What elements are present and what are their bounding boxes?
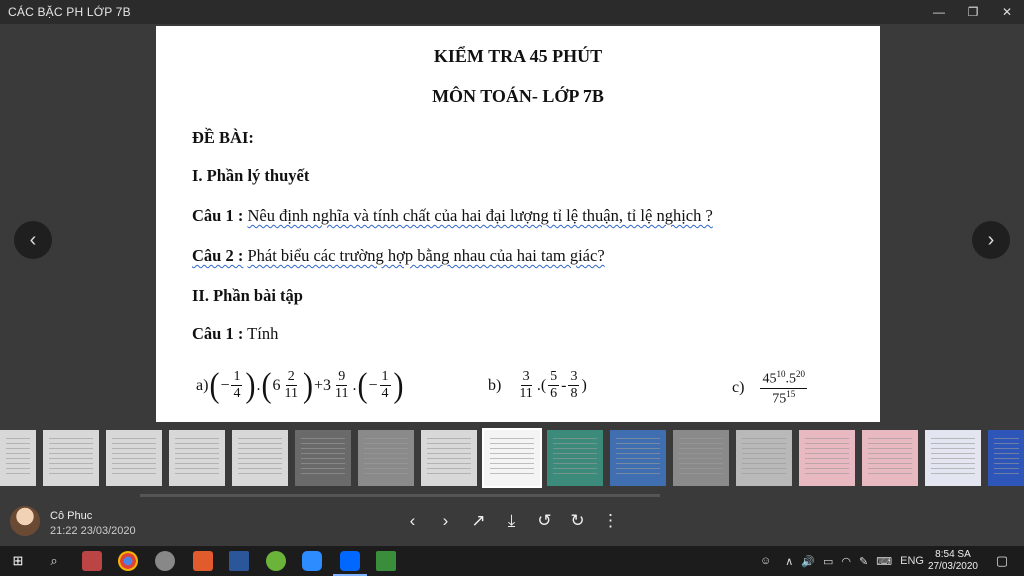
restore-icon[interactable]: ❐ [956, 0, 990, 24]
question-1-text: Nêu định nghĩa và tính chất của hai đại … [247, 206, 713, 225]
viewer-toolbar: ‹ › ↗ ⤓ ↺ ↻ ⋮ [396, 508, 627, 534]
app-icon[interactable] [376, 551, 396, 571]
section-theory: I. Phần lý thuyết [192, 166, 310, 185]
clock-time: 8:54 SA [935, 549, 971, 560]
wifi-icon[interactable]: ◠ [841, 555, 851, 568]
rotate-right-icon[interactable]: ↻ [561, 508, 594, 534]
document-image: KIỂM TRA 45 PHÚT MÔN TOÁN- LỚP 7B ĐỀ BÀI… [156, 26, 880, 422]
question-1: Câu 1 : Nêu định nghĩa và tính chất của … [192, 206, 713, 226]
sender-name: Cô Phuc [50, 510, 93, 522]
doc-subtitle: MÔN TOÁN- LỚP 7B [432, 86, 604, 106]
doc-title: KIỂM TRA 45 PHÚT [433, 46, 603, 66]
chrome-icon[interactable] [118, 551, 138, 571]
more-icon[interactable]: ⋮ [594, 508, 627, 534]
sent-time: 21:22 23/03/2020 [50, 525, 136, 537]
clock[interactable]: 8:54 SA 27/03/2020 [928, 549, 978, 573]
thumbnail[interactable] [106, 430, 162, 486]
expression-a: a) (− 14 ).(6 2 11 ) +3 9 11 .(− 14 ) [196, 365, 404, 404]
close-icon[interactable]: ✕ [990, 0, 1024, 24]
rotate-left-icon[interactable]: ↺ [528, 508, 561, 534]
expression-b-label: b) [488, 376, 502, 394]
bottom-bar: Cô Phuc 21:22 23/03/2020 ‹ › ↗ ⤓ ↺ ↻ ⋮ [0, 498, 1024, 546]
image-viewer: ‹ › KIỂM TRA 45 PHÚT MÔN TOÁN- LỚP 7B ĐỀ… [0, 24, 1024, 428]
title-bar: CÁC BẶC PH LỚP 7B ― ❐ ✕ [0, 0, 1024, 24]
thumbnail[interactable] [673, 430, 729, 486]
thumbnail[interactable] [862, 430, 918, 486]
clock-date: 27/03/2020 [927, 561, 978, 572]
section-exercises: II. Phần bài tập [192, 286, 303, 305]
thumbnail[interactable] [736, 430, 792, 486]
chevron-right-icon[interactable]: › [429, 508, 462, 534]
thumbnail[interactable] [169, 430, 225, 486]
thumbnail[interactable] [0, 430, 36, 486]
thumbnail[interactable] [295, 430, 351, 486]
app-icon[interactable] [155, 551, 175, 571]
question-2-text: Phát biểu các trường hợp bằng nhau của h… [247, 246, 605, 265]
thumbnail[interactable] [43, 430, 99, 486]
exercise-1-label: Câu 1 : [192, 324, 244, 343]
app-icon[interactable] [82, 551, 102, 571]
thumbnail[interactable] [799, 430, 855, 486]
question-2-label: Câu 2 : [192, 246, 244, 265]
volume-icon[interactable]: 🔊 [801, 555, 815, 568]
thumbnail[interactable] [925, 430, 981, 486]
search-icon[interactable]: ⌕ [44, 551, 64, 571]
chevron-left-icon[interactable]: ‹ [396, 508, 429, 534]
exercise-1: Câu 1 : Tính [192, 324, 278, 344]
zoom-icon[interactable] [302, 551, 322, 571]
language-indicator[interactable]: ENG [900, 555, 924, 567]
people-icon[interactable]: ☺ [760, 555, 771, 567]
expression-c-label: c) [732, 379, 745, 397]
windows-start-icon[interactable]: ⊞ [8, 551, 28, 571]
de-bai-heading: ĐỀ BÀI: [192, 128, 254, 147]
next-image-button[interactable]: › [972, 221, 1010, 259]
system-tray: ☺ ∧ 🔊 ▭ ◠ ✎ ⌨ ENG [760, 546, 924, 576]
window-title: CÁC BẶC PH LỚP 7B [8, 5, 131, 19]
zalo-icon[interactable] [340, 551, 360, 571]
previous-image-button[interactable]: ‹ [14, 221, 52, 259]
word-icon[interactable] [229, 551, 249, 571]
download-icon[interactable]: ⤓ [495, 508, 528, 534]
thumbnail-selected[interactable] [482, 428, 542, 488]
thumbnail[interactable] [358, 430, 414, 486]
keyboard-icon[interactable]: ⌨ [876, 555, 892, 568]
share-icon[interactable]: ↗ [462, 508, 495, 534]
thumbnail[interactable] [610, 430, 666, 486]
notification-icon[interactable]: ▢ [992, 551, 1012, 571]
avatar [10, 506, 40, 536]
taskbar: ⊞ ⌕ ☺ ∧ 🔊 ▭ ◠ ✎ ⌨ ENG 8:54 SA 27/03/2020… [0, 546, 1024, 576]
battery-icon[interactable]: ▭ [823, 555, 833, 568]
chevron-up-icon[interactable]: ∧ [785, 555, 793, 568]
exercise-1-text: Tính [247, 324, 279, 343]
thumbnail-scrollbar[interactable] [140, 494, 660, 497]
thumbnail[interactable] [547, 430, 603, 486]
expression-b: b) 3 11 .( 56 - 38 ) [488, 369, 587, 401]
app-icon[interactable] [266, 551, 286, 571]
question-1-label: Câu 1 : [192, 206, 244, 225]
window-controls: ― ❐ ✕ [922, 0, 1024, 24]
question-2: Câu 2 : Phát biểu các trường hợp bằng nh… [192, 246, 605, 266]
minimize-icon[interactable]: ― [922, 0, 956, 24]
expression-a-label: a) [196, 376, 209, 394]
expression-c: c) 4510.520 7515 [732, 369, 807, 407]
thumbnail[interactable] [232, 430, 288, 486]
pen-icon[interactable]: ✎ [859, 555, 868, 568]
thumbnail[interactable] [988, 430, 1024, 486]
thumbnail[interactable] [421, 430, 477, 486]
thumbnail-strip [0, 428, 1024, 492]
app-icon[interactable] [193, 551, 213, 571]
